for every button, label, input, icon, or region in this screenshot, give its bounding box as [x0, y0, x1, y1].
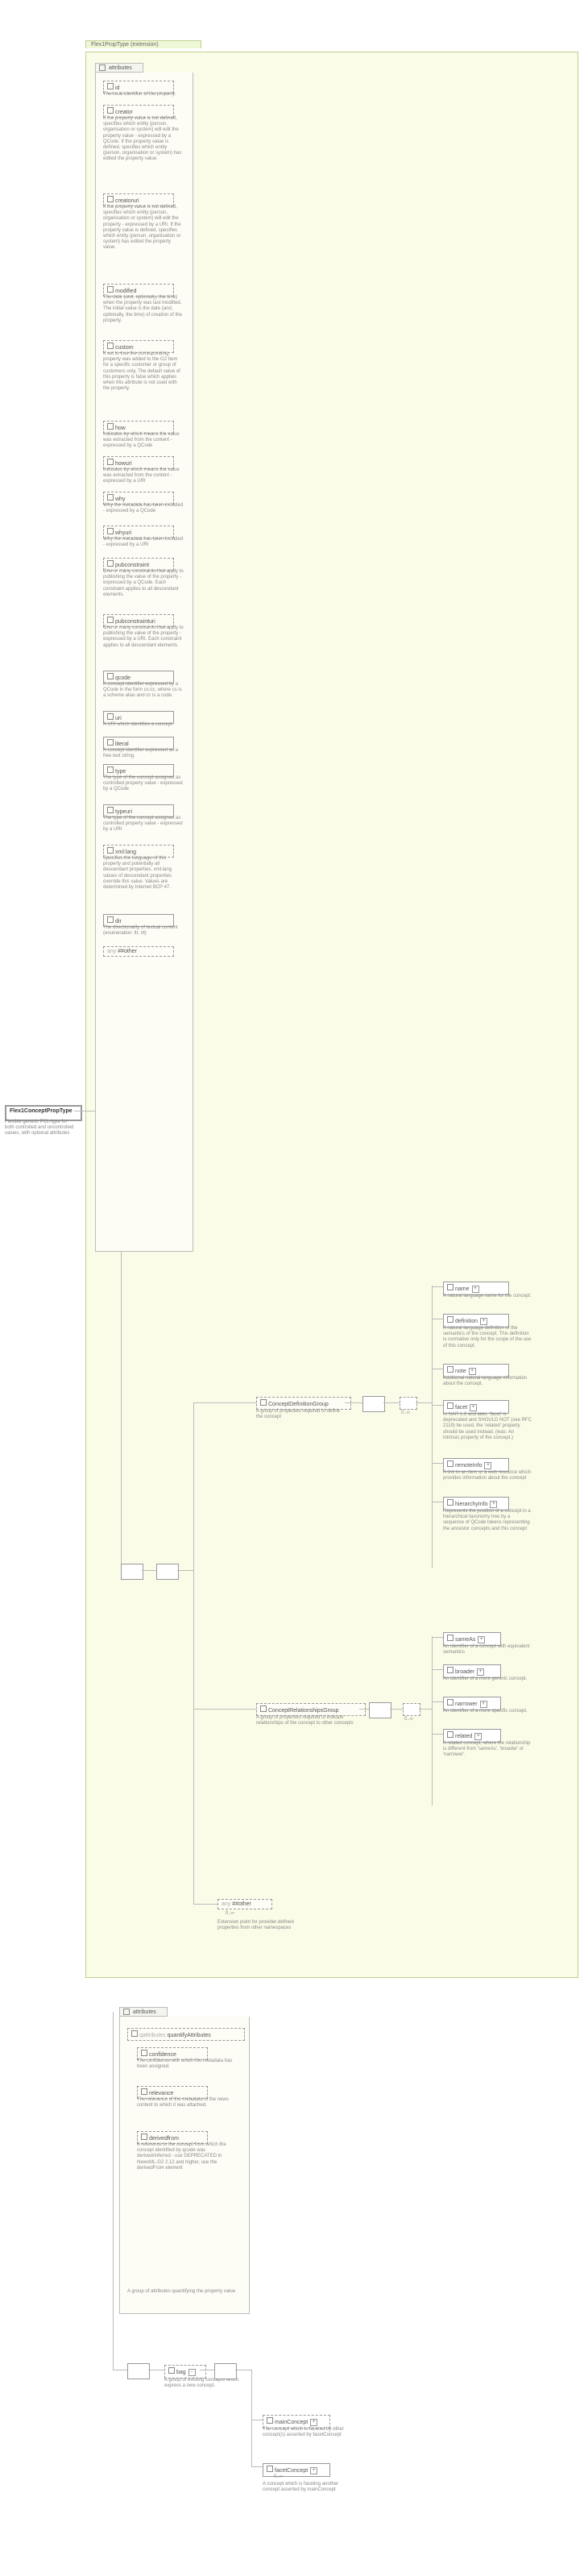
any-desc: Extension point for provider-defined pro…: [217, 1920, 306, 1931]
connector: [193, 1402, 194, 1904]
cardinality: 0..∞: [274, 2474, 283, 2479]
attr-desc: Why the metadata has been included - exp…: [103, 537, 184, 548]
attr-desc: Why the metadata has been included - exp…: [103, 503, 184, 514]
sequence-indicator: [127, 2363, 150, 2379]
any-other-element[interactable]: any ##other: [217, 1899, 272, 1909]
attr-desc: A concept identifier expressed as a free…: [103, 748, 184, 759]
element-desc: A link to an item or a web resource whic…: [443, 1470, 532, 1481]
attr-desc: Specifies the language of this property …: [103, 856, 184, 891]
attr-desc: The type of the concept assigned as cont…: [103, 775, 184, 793]
group-concept-relationships[interactable]: ConceptRelationshipsGroup: [256, 1703, 366, 1716]
element-desc: Represents the position of a concept in …: [443, 1509, 532, 1532]
element-desc: A group of existing concepts which expre…: [164, 2378, 245, 2389]
element-desc: A concept which is faceting another conc…: [263, 2482, 351, 2493]
connector: [359, 1709, 369, 1710]
connector: [432, 1636, 433, 1805]
element-desc: A natural language definition of the sem…: [443, 1326, 532, 1349]
attr-desc: A concept identifier expressed by a QCod…: [103, 682, 184, 700]
attr-desc: The directionality of textual content (e…: [103, 925, 184, 937]
attr-desc: The confidence with which the metadata h…: [137, 2059, 234, 2070]
group-quantify-attributes[interactable]: qattributes quantifyAttributes: [127, 2028, 245, 2041]
attr-desc: The local identifier of the property.: [103, 92, 184, 98]
attr-desc: A URI which identifies a concept.: [103, 722, 184, 728]
group-label: quantifyAttributes: [168, 2033, 211, 2038]
connector: [345, 1402, 362, 1403]
sequence-indicator: [121, 1564, 143, 1580]
type-root[interactable]: Flex1ConceptPropType: [5, 1105, 82, 1121]
attr-desc: If the property value is not defined, sp…: [103, 116, 184, 163]
attr-desc: One or many constraints that apply to pu…: [103, 569, 184, 598]
group-label: ConceptRelationshipsGroup: [268, 1708, 339, 1714]
element-desc: An identifier of a concept with equivale…: [443, 1644, 532, 1656]
connector: [419, 1709, 432, 1710]
group-desc: A group of properties required to indica…: [256, 1715, 361, 1726]
element-desc: A natural language name for the concept.: [443, 1294, 532, 1299]
attr-desc: One or many constraints that apply to pu…: [103, 625, 184, 649]
attr-desc: If the property value is not defined, sp…: [103, 205, 184, 251]
connector: [142, 1570, 156, 1571]
group-label: ConceptDefinitionGroup: [268, 1402, 329, 1407]
attr-any-other[interactable]: any ##other: [103, 946, 174, 957]
element-desc: In NAR 1.8 and later, 'facet' is depreca…: [443, 1412, 532, 1441]
choice-indicator: [403, 1703, 420, 1716]
element-bag[interactable]: bag-: [164, 2365, 206, 2379]
connector: [416, 1402, 432, 1403]
attr-desc: Indicates by which means the value was e…: [103, 432, 184, 450]
connector: [193, 1904, 217, 1905]
cardinality: 0..∞: [404, 1717, 413, 1722]
attributes-header[interactable]: attributes: [95, 63, 143, 73]
choice-indicator: [400, 1397, 417, 1410]
attr-desc: If set to true the corresponding propert…: [103, 351, 184, 392]
sequence-indicator: [362, 1396, 385, 1412]
attributes-label: attributes: [109, 65, 132, 71]
group-concept-definition[interactable]: ConceptDefinitionGroup: [256, 1397, 351, 1410]
connector: [193, 1709, 256, 1710]
any-label: ##other: [232, 1901, 251, 1907]
group-desc: A group of attributes quantifying the pr…: [127, 2289, 240, 2295]
element-desc: An identifier of a more generic concept.: [443, 1676, 532, 1682]
sequence-indicator: [369, 1702, 391, 1718]
sequence-indicator: [214, 2363, 237, 2379]
element-desc: A related concept, where the relationshi…: [443, 1741, 532, 1759]
cardinality: 0..∞: [401, 1411, 410, 1415]
element-label: bag: [176, 2370, 186, 2375]
connector: [432, 1286, 433, 1568]
sequence-indicator: [156, 1564, 179, 1580]
group-desc: A group of properties required to define…: [256, 1409, 345, 1420]
cardinality: 0..∞: [226, 1911, 234, 1916]
attributes-label: attributes: [133, 2009, 156, 2015]
attr-desc: Indicates by which means the value was e…: [103, 467, 184, 485]
attributes-header-2[interactable]: attributes: [119, 2007, 168, 2017]
connector: [251, 2370, 252, 2466]
connector: [193, 1402, 256, 1403]
connector: [113, 2012, 114, 2370]
attr-desc: A reference to the concept from which th…: [137, 2142, 234, 2171]
element-desc: The concept which is faceted by other co…: [263, 2427, 351, 2438]
attr-desc: The relevance of the metadata to the new…: [137, 2097, 234, 2109]
element-desc: Additional natural language information …: [443, 1376, 532, 1387]
expand-icon[interactable]: -: [188, 2369, 196, 2376]
connector: [390, 1709, 403, 1710]
connector: [251, 2466, 263, 2467]
element-desc: An identifier of a more specific concept…: [443, 1709, 532, 1714]
connector: [177, 1570, 193, 1571]
connector: [383, 1402, 400, 1403]
attr-desc: The type of the concept assigned as cont…: [103, 816, 184, 833]
extension-header: Flex1PropType (extension): [85, 40, 201, 48]
root-desc: Flexible generic PCL-type for both contr…: [5, 1120, 77, 1137]
element-facetConcept[interactable]: facetConcept+: [263, 2463, 330, 2477]
attr-desc: The date (and, optionally, the time) whe…: [103, 295, 184, 324]
